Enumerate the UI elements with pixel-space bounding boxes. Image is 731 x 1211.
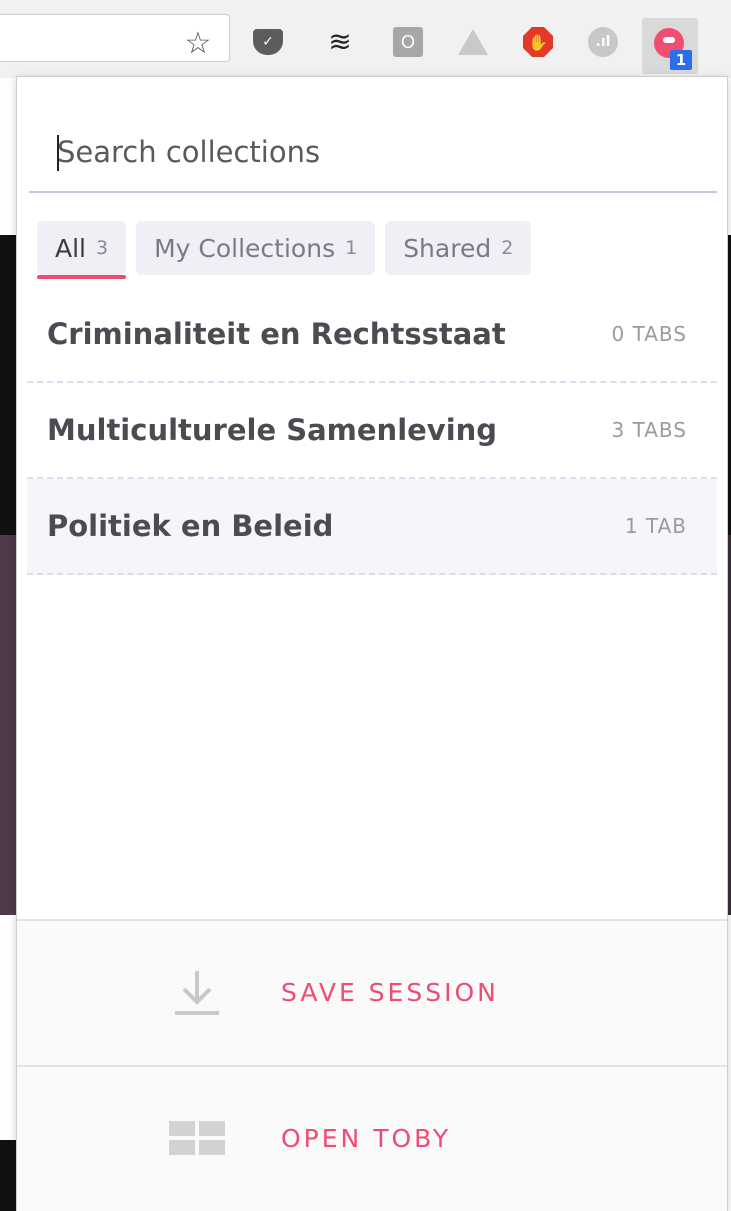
collection-list: Criminaliteit en Rechtsstaat 0 TABS Mult… [27, 287, 717, 575]
filter-tabs: All 3 My Collections 1 Shared 2 [37, 221, 532, 281]
collection-tab-count: 3 TABS [611, 418, 687, 442]
page-decor [0, 1140, 16, 1211]
toby-badge: 1 [670, 50, 692, 70]
tab-all[interactable]: All 3 [37, 221, 127, 279]
search-input[interactable] [29, 117, 717, 187]
collection-row[interactable]: Multiculturele Samenleving 3 TABS [27, 383, 717, 479]
tab-label: Shared [403, 233, 492, 263]
text-caret [57, 135, 59, 171]
popup-footer: SAVE SESSION OPEN TOBY [17, 919, 727, 1211]
collection-name: Multiculturele Samenleving [47, 413, 498, 447]
buffer-icon[interactable]: ≋ [322, 24, 358, 60]
collection-name: Politiek en Beleid [47, 509, 334, 543]
outline-icon[interactable]: O [390, 24, 426, 60]
tab-count: 1 [345, 237, 358, 259]
bookmark-star-icon[interactable]: ☆ [178, 24, 218, 64]
tab-shared[interactable]: Shared 2 [385, 221, 532, 275]
toby-popup: All 3 My Collections 1 Shared 2 Criminal… [16, 76, 728, 1211]
collection-name: Criminaliteit en Rechtsstaat [47, 317, 506, 351]
pocket-icon[interactable]: ✓ [250, 24, 286, 60]
download-icon [175, 970, 219, 1015]
tab-label: All [55, 233, 86, 263]
toby-extension-button[interactable]: 1 [642, 18, 698, 74]
tab-count: 3 [96, 237, 109, 259]
tab-count: 2 [501, 237, 514, 259]
collection-tab-count: 1 TAB [624, 514, 687, 538]
analytics-icon[interactable]: .ıl [585, 24, 621, 60]
collection-row[interactable]: Politiek en Beleid 1 TAB [27, 479, 717, 575]
page-decor [0, 535, 16, 915]
search-field [29, 117, 717, 193]
collection-tab-count: 0 TABS [611, 322, 687, 346]
open-toby-label: OPEN TOBY [281, 1124, 452, 1153]
drive-icon[interactable] [455, 24, 491, 60]
page-decor [0, 235, 16, 535]
save-session-label: SAVE SESSION [281, 978, 499, 1007]
collection-row[interactable]: Criminaliteit en Rechtsstaat 0 TABS [27, 287, 717, 383]
open-toby-button[interactable]: OPEN TOBY [17, 1065, 727, 1210]
browser-toolbar: ☆ ✓ ≋ O ✋ .ıl 1 [0, 0, 731, 78]
adblock-icon[interactable]: ✋ [520, 24, 556, 60]
save-session-button[interactable]: SAVE SESSION [17, 919, 727, 1064]
tab-my-collections[interactable]: My Collections 1 [136, 221, 376, 275]
tab-label: My Collections [154, 233, 336, 263]
grid-icon [169, 1120, 225, 1155]
